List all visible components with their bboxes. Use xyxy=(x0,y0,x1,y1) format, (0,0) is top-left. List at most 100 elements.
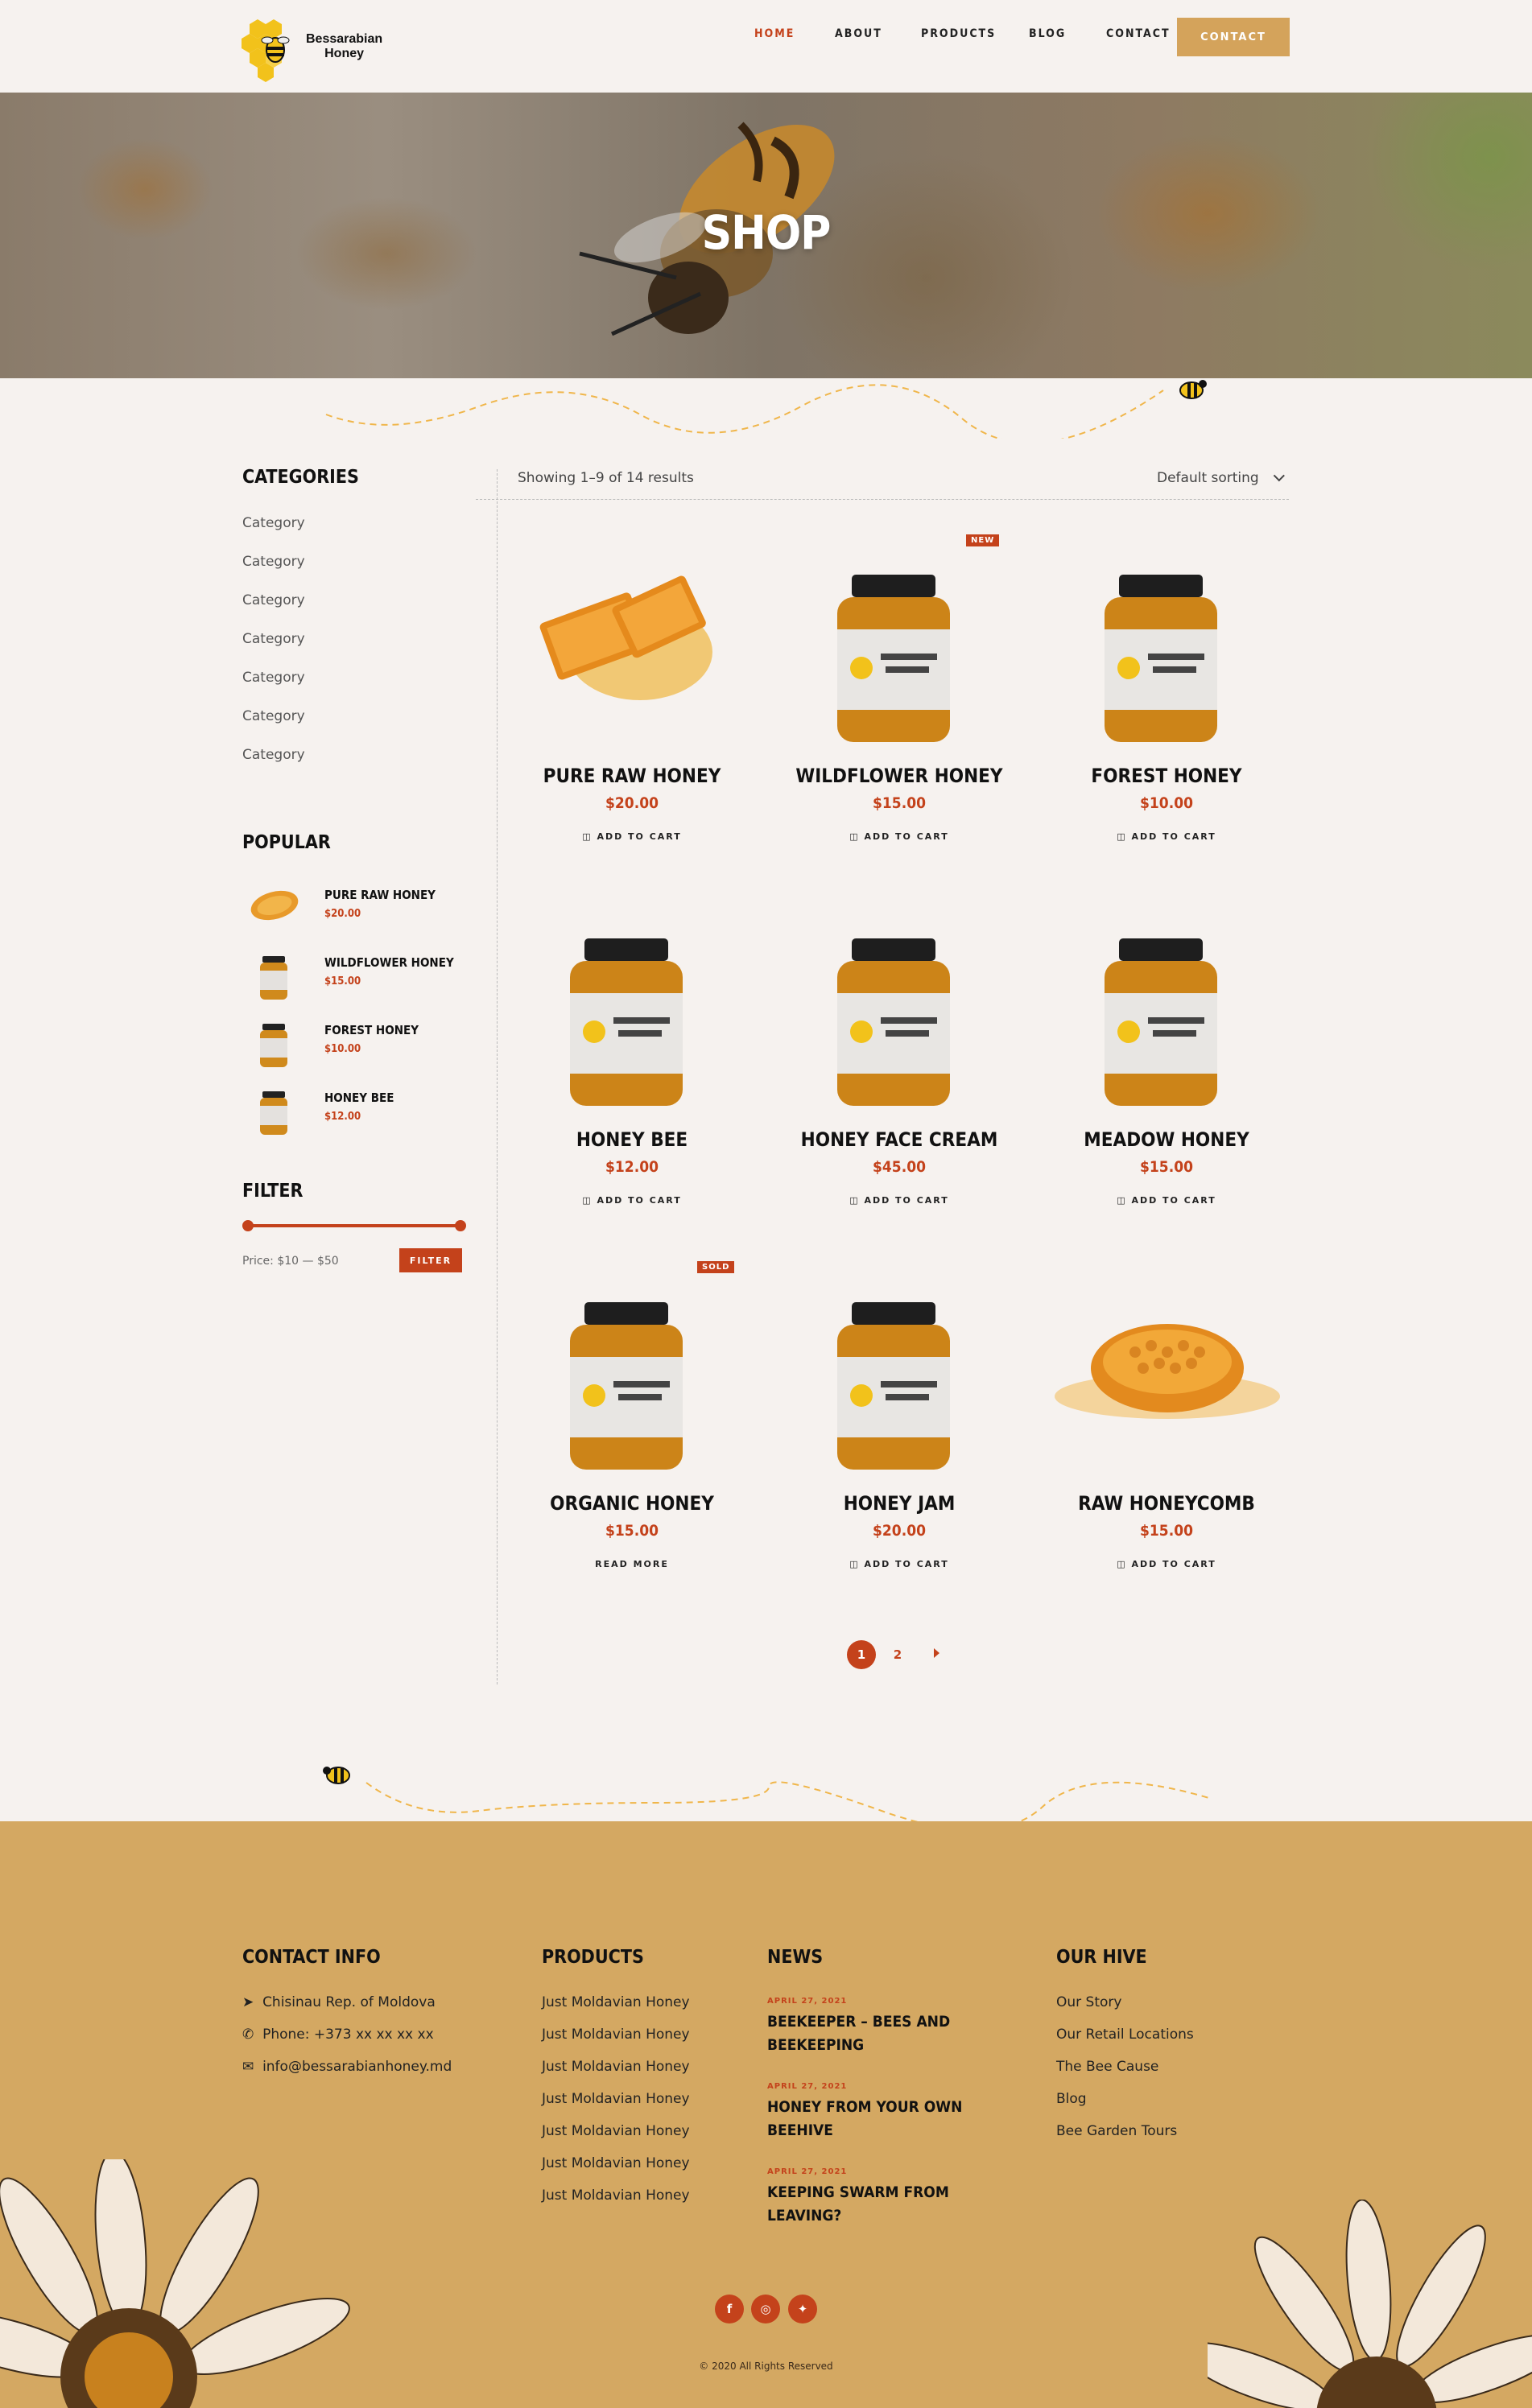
footer-product-link[interactable]: Just Moldavian Honey xyxy=(542,2027,690,2043)
product-name[interactable]: RAW HONEYCOMB xyxy=(1046,1492,1287,1515)
category-link[interactable]: Category xyxy=(242,747,305,763)
popular-thumb-jar[interactable] xyxy=(258,1022,290,1070)
product-name[interactable]: ORGANIC HONEY xyxy=(511,1492,753,1515)
add-to-cart-button[interactable]: ◫ ADD TO CART xyxy=(778,1559,1020,1569)
sorting-value: Default sorting xyxy=(1157,470,1259,486)
nav-about[interactable]: ABOUT xyxy=(835,27,882,40)
page-title: SHOP xyxy=(701,205,832,260)
news-title[interactable]: HONEY FROM YOUR OWN BEEHIVE xyxy=(767,2096,977,2142)
add-to-cart-button[interactable]: ◫ ADD TO CART xyxy=(1046,1195,1287,1206)
button-label: ADD TO CART xyxy=(864,1559,949,1569)
product-name[interactable]: HONEY FACE CREAM xyxy=(778,1128,1020,1151)
product-name[interactable]: HONEY BEE xyxy=(511,1128,753,1151)
footer-product-link[interactable]: Just Moldavian Honey xyxy=(542,2123,690,2139)
product-image-jar[interactable] xyxy=(562,937,691,1110)
product-image-jar[interactable] xyxy=(829,1301,958,1474)
email-text: info@bessarabianhoney.md xyxy=(262,2059,452,2075)
product-name[interactable]: MEADOW HONEY xyxy=(1046,1128,1287,1151)
product-image-honeycomb[interactable] xyxy=(527,555,737,716)
nav-blog[interactable]: BLOG xyxy=(1029,27,1066,40)
footer-product-link[interactable]: Just Moldavian Honey xyxy=(542,1994,690,2010)
instagram-icon[interactable]: ◎ xyxy=(751,2295,780,2323)
phone-row[interactable]: ✆ Phone: +373 xx xx xx xx xyxy=(242,2027,434,2043)
honeycomb-bee-icon xyxy=(242,19,290,82)
footer-product-link[interactable]: Just Moldavian Honey xyxy=(542,2059,690,2075)
contact-button[interactable]: CONTACT xyxy=(1177,18,1290,56)
news-title[interactable]: BEEKEEPER – BEES AND BEEKEEPING xyxy=(767,2010,977,2057)
product-image-jar[interactable] xyxy=(829,573,958,746)
footer-product-link[interactable]: Just Moldavian Honey xyxy=(542,2187,690,2204)
product-name[interactable]: WILDFLOWER HONEY xyxy=(778,765,1020,787)
nav-home[interactable]: HOME xyxy=(754,27,795,40)
twitter-icon[interactable]: ✦ xyxy=(788,2295,817,2323)
popular-thumb-jar[interactable] xyxy=(258,1090,290,1138)
product-image-jar[interactable] xyxy=(829,937,958,1110)
button-label: ADD TO CART xyxy=(864,1195,949,1206)
phone-icon: ✆ xyxy=(242,2027,263,2043)
add-to-cart-button[interactable]: ◫ ADD TO CART xyxy=(778,1195,1020,1206)
phone-text: Phone: +373 xx xx xx xx xyxy=(262,2027,434,2043)
price-range-track xyxy=(248,1224,460,1227)
basket-icon: ◫ xyxy=(582,1195,597,1206)
nav-contact[interactable]: CONTACT xyxy=(1106,27,1171,40)
product-image-raw-honeycomb[interactable] xyxy=(1047,1304,1288,1433)
price-min-handle[interactable] xyxy=(242,1220,254,1231)
button-label: ADD TO CART xyxy=(1131,831,1216,842)
product-price: $10.00 xyxy=(1140,794,1193,812)
add-to-cart-button[interactable]: ◫ ADD TO CART xyxy=(511,1195,753,1206)
popular-item-name[interactable]: WILDFLOWER HONEY xyxy=(324,955,454,970)
brand-line2: Honey xyxy=(324,47,365,60)
category-link[interactable]: Category xyxy=(242,592,305,608)
price-max-handle[interactable] xyxy=(455,1220,466,1231)
basket-icon: ◫ xyxy=(1117,831,1132,842)
product-name[interactable]: HONEY JAM xyxy=(778,1492,1020,1515)
footer-product-link[interactable]: Just Moldavian Honey xyxy=(542,2155,690,2171)
address-text: Chisinau Rep. of Moldova xyxy=(262,1994,436,2010)
email-row[interactable]: ✉ info@bessarabianhoney.md xyxy=(242,2059,452,2075)
hive-link[interactable]: The Bee Cause xyxy=(1056,2059,1158,2075)
product-price: $15.00 xyxy=(873,794,926,812)
brand-logo[interactable]: Bessarabian Honey xyxy=(242,16,386,89)
button-label: ADD TO CART xyxy=(597,1195,682,1206)
nav-products[interactable]: PRODUCTS xyxy=(921,27,996,40)
product-name[interactable]: FOREST HONEY xyxy=(1046,765,1287,787)
category-link[interactable]: Category xyxy=(242,631,305,647)
flower-illustration xyxy=(1208,2200,1532,2408)
hive-link[interactable]: Our Retail Locations xyxy=(1056,2027,1194,2043)
add-to-cart-button[interactable]: ◫ ADD TO CART xyxy=(1046,1559,1287,1569)
news-title[interactable]: KEEPING SWARM FROM LEAVING? xyxy=(767,2181,977,2228)
sorting-select[interactable]: Default sorting xyxy=(1157,470,1286,486)
product-price: $45.00 xyxy=(873,1158,926,1176)
popular-thumb-honeycomb[interactable] xyxy=(246,881,303,926)
product-image-jar[interactable] xyxy=(1096,573,1225,746)
popular-thumb-jar[interactable] xyxy=(258,955,290,1003)
hive-link[interactable]: Blog xyxy=(1056,2091,1087,2107)
hive-link[interactable]: Our Story xyxy=(1056,1994,1121,2010)
page-2[interactable]: 2 xyxy=(888,1640,907,1669)
popular-item-price: $15.00 xyxy=(324,975,361,988)
category-link[interactable]: Category xyxy=(242,515,305,531)
triangle-right-icon[interactable] xyxy=(934,1648,939,1658)
category-link[interactable]: Category xyxy=(242,708,305,724)
product-price: $20.00 xyxy=(605,794,659,812)
filter-button[interactable]: FILTER xyxy=(399,1248,462,1272)
footer-product-link[interactable]: Just Moldavian Honey xyxy=(542,2091,690,2107)
category-link[interactable]: Category xyxy=(242,554,305,570)
category-link[interactable]: Category xyxy=(242,670,305,686)
sold-badge: SOLD xyxy=(697,1261,735,1273)
product-image-jar[interactable] xyxy=(1096,937,1225,1110)
toolbar-divider xyxy=(476,499,1289,501)
hive-link[interactable]: Bee Garden Tours xyxy=(1056,2123,1177,2139)
popular-item-name[interactable]: HONEY BEE xyxy=(324,1091,394,1105)
read-more-button[interactable]: READ MORE xyxy=(511,1559,753,1569)
product-name[interactable]: PURE RAW HONEY xyxy=(511,765,753,787)
popular-item-name[interactable]: PURE RAW HONEY xyxy=(324,888,436,902)
add-to-cart-button[interactable]: ◫ ADD TO CART xyxy=(778,831,1020,842)
add-to-cart-button[interactable]: ◫ ADD TO CART xyxy=(511,831,753,842)
page-1[interactable]: 1 xyxy=(847,1640,876,1669)
product-image-jar[interactable] xyxy=(562,1301,691,1474)
facebook-icon[interactable]: f xyxy=(715,2295,744,2323)
popular-item-name[interactable]: FOREST HONEY xyxy=(324,1023,419,1037)
news-date: APRIL 27, 2021 xyxy=(767,2167,848,2176)
add-to-cart-button[interactable]: ◫ ADD TO CART xyxy=(1046,831,1287,842)
